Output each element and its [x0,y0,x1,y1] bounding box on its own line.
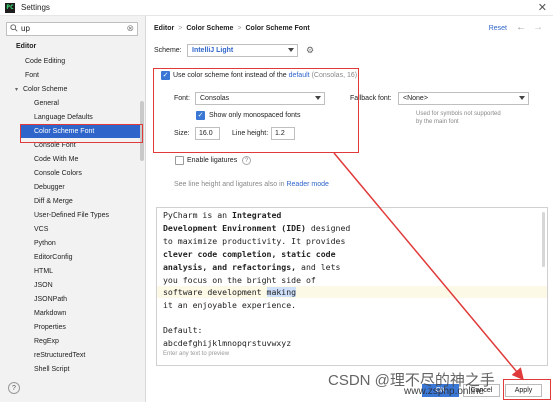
reader-mode-hint: See line height and ligatures also in Re… [174,181,329,188]
reset-link[interactable]: Reset [489,25,507,32]
chevron-down-icon [288,48,294,52]
preview-line: software development making [163,287,297,297]
window-title: Settings [21,3,50,12]
reader-mode-link[interactable]: Reader mode [286,181,328,188]
fallback-hint-line2: by the main font [416,119,459,125]
search-input[interactable]: up ⊗ [6,22,138,36]
pycharm-app-icon: PC [5,3,15,13]
sidebar-item-font[interactable]: Font [25,69,39,82]
fallback-font-value: <None> [403,95,428,102]
title-bar: PC Settings ✕ [0,0,553,16]
site-watermark: www.zsphp.online [404,386,485,397]
search-value: up [21,24,30,33]
sidebar-item-console-colors[interactable]: Console Colors [34,167,82,180]
annotation-box-font-settings [153,68,359,153]
sidebar-item-json[interactable]: JSON [34,279,53,292]
close-icon[interactable]: ✕ [538,1,547,14]
breadcrumb-color-scheme-font: Color Scheme Font [245,25,310,32]
sidebar-item-python[interactable]: Python [34,237,56,250]
settings-sidebar: up ⊗ Editor Code Editing Font ▾ Color Sch… [0,16,146,402]
preview-line: abcdefghijklmnopqrstuvwxyz [163,338,292,348]
help-icon[interactable]: ? [8,382,20,394]
preview-hint: Enter any text to preview [163,351,230,357]
preview-line: to maximize productivity. It provides [163,236,346,246]
back-arrow-icon[interactable]: ← [516,22,526,33]
preview-line: PyCharm is an Integrated [163,210,282,220]
font-preview-editor[interactable]: PyCharm is an Integrated Development Env… [156,207,548,366]
sidebar-item-label: Color Scheme [23,86,68,93]
sidebar-item-code-editing[interactable]: Code Editing [25,55,65,68]
scheme-dropdown[interactable]: IntelliJ Light [187,44,298,57]
clear-search-icon[interactable]: ⊗ [126,23,134,34]
sidebar-item-markdown[interactable]: Markdown [34,307,66,320]
preview-scrollbar[interactable] [542,212,545,267]
breadcrumb-editor: Editor [154,25,175,32]
sidebar-item-diff-merge[interactable]: Diff & Merge [34,195,73,208]
scheme-value: IntelliJ Light [192,47,234,54]
sidebar-item-editorconfig[interactable]: EditorConfig [34,251,73,264]
selected-text: making [266,287,297,297]
breadcrumb-separator: > [237,25,242,32]
sidebar-item-language-defaults[interactable]: Language Defaults [34,111,93,124]
sidebar-item-editor[interactable]: Editor [16,40,36,53]
sidebar-item-regexp[interactable]: RegExp [34,335,59,348]
preview-line: Default: [163,325,203,335]
expand-arrow-icon[interactable]: ▾ [15,84,23,97]
sidebar-item-general[interactable]: General [34,97,59,110]
preview-line: clever code completion, static code [163,249,336,259]
breadcrumb-color-scheme: Color Scheme [186,25,234,32]
sidebar-item-jsonpath[interactable]: JSONPath [34,293,67,306]
sidebar-item-html[interactable]: HTML [34,265,53,278]
forward-arrow-icon[interactable]: → [533,22,543,33]
annotation-box-apply [503,379,551,400]
breadcrumb-separator: > [178,25,183,32]
breadcrumb: Editor > Color Scheme > Color Scheme Font [154,25,310,32]
sidebar-item-restructuredtext[interactable]: reStructuredText [34,349,85,362]
scheme-label: Scheme: [154,47,182,54]
fallback-hint-line1: Used for symbols not supported [416,111,501,117]
sidebar-item-properties[interactable]: Properties [34,321,66,334]
sidebar-item-color-scheme[interactable]: ▾ Color Scheme [15,83,67,96]
fallback-font-dropdown[interactable]: <None> [398,92,529,105]
sidebar-item-debugger[interactable]: Debugger [34,181,65,194]
preview-line: analysis, and refactorings, and lets [163,262,341,272]
annotation-box-sidebar [20,124,143,143]
sidebar-item-shell-script[interactable]: Shell Script [34,363,69,376]
ligatures-label: Enable ligatures [187,157,238,164]
reader-mode-text: See line height and ligatures also in [174,181,285,188]
preview-line: Development Environment (IDE) designed [163,223,351,233]
preview-line: it an enjoyable experience. [163,300,297,310]
question-icon[interactable]: ? [242,156,251,165]
sidebar-item-code-with-me[interactable]: Code With Me [34,153,78,166]
gear-icon[interactable]: ⚙ [306,45,314,56]
sidebar-item-vcs[interactable]: VCS [34,223,48,236]
search-icon [10,24,18,32]
sidebar-item-user-defined-file-types[interactable]: User-Defined File Types [34,209,109,222]
ligatures-checkbox[interactable] [175,156,184,165]
preview-line: you focus on the bright side of [163,275,316,285]
chevron-down-icon [519,96,525,100]
